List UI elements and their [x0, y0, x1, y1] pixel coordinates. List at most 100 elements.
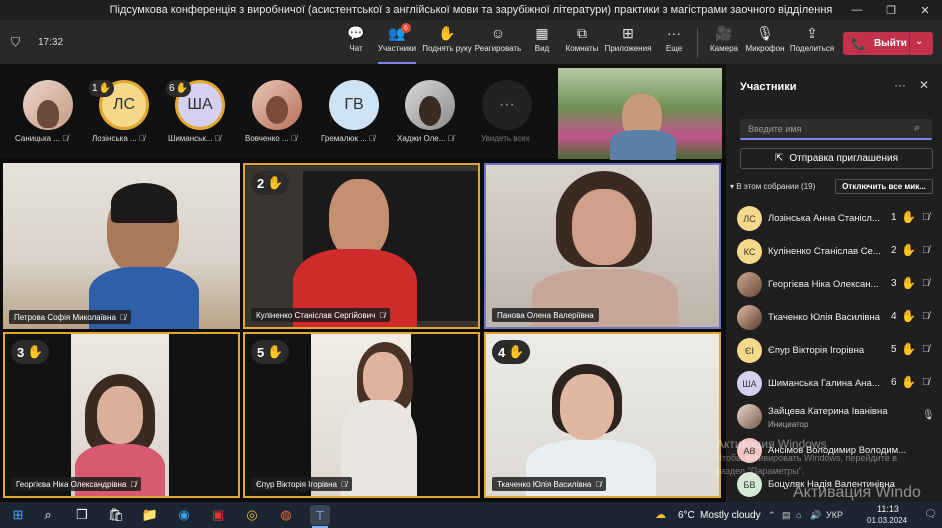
volume-icon[interactable]: 🔊 — [810, 510, 821, 521]
explorer-button[interactable]: 📁 — [140, 505, 160, 525]
participant-row[interactable]: КС Куліненко Станіслав Се... 2 ✋ 🎙̸ — [726, 235, 942, 268]
avatar[interactable]: ГВ — [329, 80, 379, 130]
mic-icon: 🎙 — [922, 410, 935, 421]
mic-off-icon: 🎙̸ — [595, 479, 602, 489]
participant-row[interactable]: Зайцева Катерина Іванівна Инициатор 🎙 — [726, 400, 942, 433]
raised-hand-badge: 3 ✋ — [11, 340, 50, 364]
strip-name: Гремалюк ... 🎙̸ — [321, 134, 375, 143]
clock-date[interactable]: 01.03.2024 — [867, 516, 907, 525]
maximize-button[interactable]: ❐ — [874, 0, 908, 20]
mute-all-button[interactable]: Отключить все мик... — [835, 179, 933, 194]
windows-start-button[interactable]: ⊞ — [8, 505, 28, 525]
section-toggle[interactable]: ▾ В этом собрании (19) — [730, 182, 815, 191]
mic-off-icon: 🎙̸ — [340, 479, 347, 489]
avatar[interactable] — [405, 80, 455, 130]
tray-expand-icon[interactable]: ⌃ — [768, 510, 776, 521]
search-icon: ⌕ — [914, 122, 921, 134]
tray-app-icon[interactable]: ▤ — [782, 510, 791, 521]
react-button[interactable]: ☺ Реагировать — [474, 23, 522, 61]
avatar-initials: БВ — [743, 479, 756, 490]
video-tile[interactable]: 2 ✋ Куліненко Станіслав Сергійович 🎙̸ — [243, 163, 480, 329]
mic-off-icon: 🎙̸ — [62, 134, 69, 143]
search-field[interactable]: Введите имя ⌕ — [740, 119, 932, 140]
minimize-icon: — — [851, 4, 863, 16]
hand-order: 3 — [17, 344, 25, 360]
participant-name: Георгієва Ніка Олексан... — [768, 279, 879, 290]
video-tile[interactable]: Петрова Софія Миколаївна 🎙̸ — [3, 163, 240, 329]
mic-off-icon: 🎙̸ — [922, 212, 930, 223]
video-tile[interactable]: 5 ✋ Єпур Вікторія Ігорівна 🎙̸ — [243, 332, 480, 498]
leave-button[interactable]: 📞 Выйти ⌄ — [843, 32, 933, 55]
network-icon[interactable]: ⌂ — [796, 510, 801, 520]
teams-icon: T — [316, 507, 324, 523]
firefox-button[interactable]: ◍ — [276, 505, 296, 525]
avatar-initials: ША — [187, 96, 213, 113]
pdf-button[interactable]: ▣ — [208, 505, 228, 525]
language-indicator[interactable]: УКР — [826, 510, 843, 520]
person-clothing — [341, 400, 417, 496]
search-button[interactable]: ⌕ — [38, 505, 58, 525]
teams-button[interactable]: T — [310, 505, 330, 525]
more-button[interactable]: ··· Еще — [662, 23, 686, 61]
tile-name: Петрова Софія Миколаївна 🎙̸ — [9, 310, 131, 324]
clock-time[interactable]: 11:13 — [877, 504, 899, 514]
close-panel-icon[interactable]: ✕ — [919, 78, 929, 92]
mic-label: Микрофон — [745, 44, 785, 53]
title-bar: Підсумкова конференція з виробничої (аси… — [0, 0, 942, 20]
phone-icon: 📞 — [851, 36, 866, 51]
rooms-button[interactable]: ⧉ Комнаты — [564, 23, 600, 61]
avatar[interactable] — [23, 80, 73, 130]
person-photo — [560, 374, 614, 440]
weather-icon[interactable]: ☁ — [655, 508, 666, 521]
strip-name: Саницька ... 🎙̸ — [15, 134, 68, 143]
activation-watermark: Активация Windows — [716, 437, 827, 451]
minimize-button[interactable]: — — [840, 0, 874, 20]
pdf-icon: ▣ — [211, 507, 225, 522]
strip-name-text: Вовченко ... — [245, 134, 289, 143]
chrome-button[interactable]: ◎ — [242, 505, 262, 525]
see-all-button[interactable]: ··· — [482, 80, 532, 130]
chat-button[interactable]: 💬 Чат — [344, 23, 368, 61]
notification-icon[interactable]: 🗨 — [924, 509, 937, 520]
participant-row[interactable]: ША Шиманська Галина Ана... 6 ✋ 🎙̸ — [726, 367, 942, 400]
share-button[interactable]: ⇪ Поделиться — [790, 23, 834, 61]
participant-row[interactable]: ЛС Лозінська Анна Станісл... 1 ✋ 🎙̸ — [726, 202, 942, 235]
firefox-icon: ◍ — [280, 507, 292, 522]
strip-name-text: Лозінська ... — [92, 134, 137, 143]
participant-row[interactable]: Георгієва Ніка Олексан... 3 ✋ 🎙̸ — [726, 268, 942, 301]
participant-row[interactable]: ЄІ Єпур Вікторія Ігорівна 5 ✋ 🎙̸ — [726, 334, 942, 367]
apps-button[interactable]: ⊞ Приложения — [604, 23, 652, 61]
raise-hand-button[interactable]: ✋ Поднять руку — [422, 23, 472, 61]
react-label: Реагировать — [474, 44, 522, 53]
share-label: Поделиться — [789, 44, 835, 53]
edge-button[interactable]: ◉ — [174, 505, 194, 525]
more-label: Еще — [665, 44, 683, 53]
video-tile[interactable]: 4 ✋ Ткаченко Юлія Василівна 🎙̸ — [484, 332, 721, 498]
store-button[interactable]: 🛍 — [106, 505, 126, 525]
tile-name-text: Панова Олена Валеріївна — [497, 310, 594, 320]
person-photo — [37, 100, 59, 128]
chevron-down-icon[interactable]: ⌄ — [915, 36, 923, 47]
invite-button[interactable]: ⇱ Отправка приглашения — [740, 148, 933, 169]
mic-button[interactable]: 🎙 Микрофон — [745, 23, 785, 61]
self-video[interactable] — [558, 68, 722, 160]
mic-off-icon: 🎙̸ — [922, 245, 930, 256]
hand-badge: 6 ✋ — [166, 80, 192, 97]
participant-row[interactable]: Ткаченко Юлія Василівна 4 ✋ 🎙̸ — [726, 301, 942, 334]
window-title: Підсумкова конференція з виробничої (аси… — [109, 4, 833, 16]
camera-button[interactable]: 🎥 Камера — [708, 23, 740, 61]
video-tile[interactable]: 3 ✋ Георгієва Ніка Олександрівна 🎙̸ — [3, 332, 240, 498]
mic-off-icon: 🎙̸ — [922, 344, 930, 355]
apps-label: Приложения — [604, 44, 652, 53]
avatar[interactable] — [252, 80, 302, 130]
search-icon: ⌕ — [44, 507, 52, 522]
task-view-button[interactable]: ❒ — [72, 505, 92, 525]
participants-button[interactable]: 👥 Участники 6 — [376, 23, 418, 64]
more-options-icon[interactable]: ··· — [894, 78, 906, 92]
video-tile[interactable]: Панова Олена Валеріївна — [484, 163, 721, 329]
view-button[interactable]: ▦ Вид — [530, 23, 554, 61]
strip-name-text: Шиманськ... — [168, 134, 213, 143]
hand-order: 4 — [891, 311, 897, 322]
close-window-button[interactable]: ✕ — [908, 0, 942, 20]
invite-label: Отправка приглашения — [789, 153, 899, 164]
